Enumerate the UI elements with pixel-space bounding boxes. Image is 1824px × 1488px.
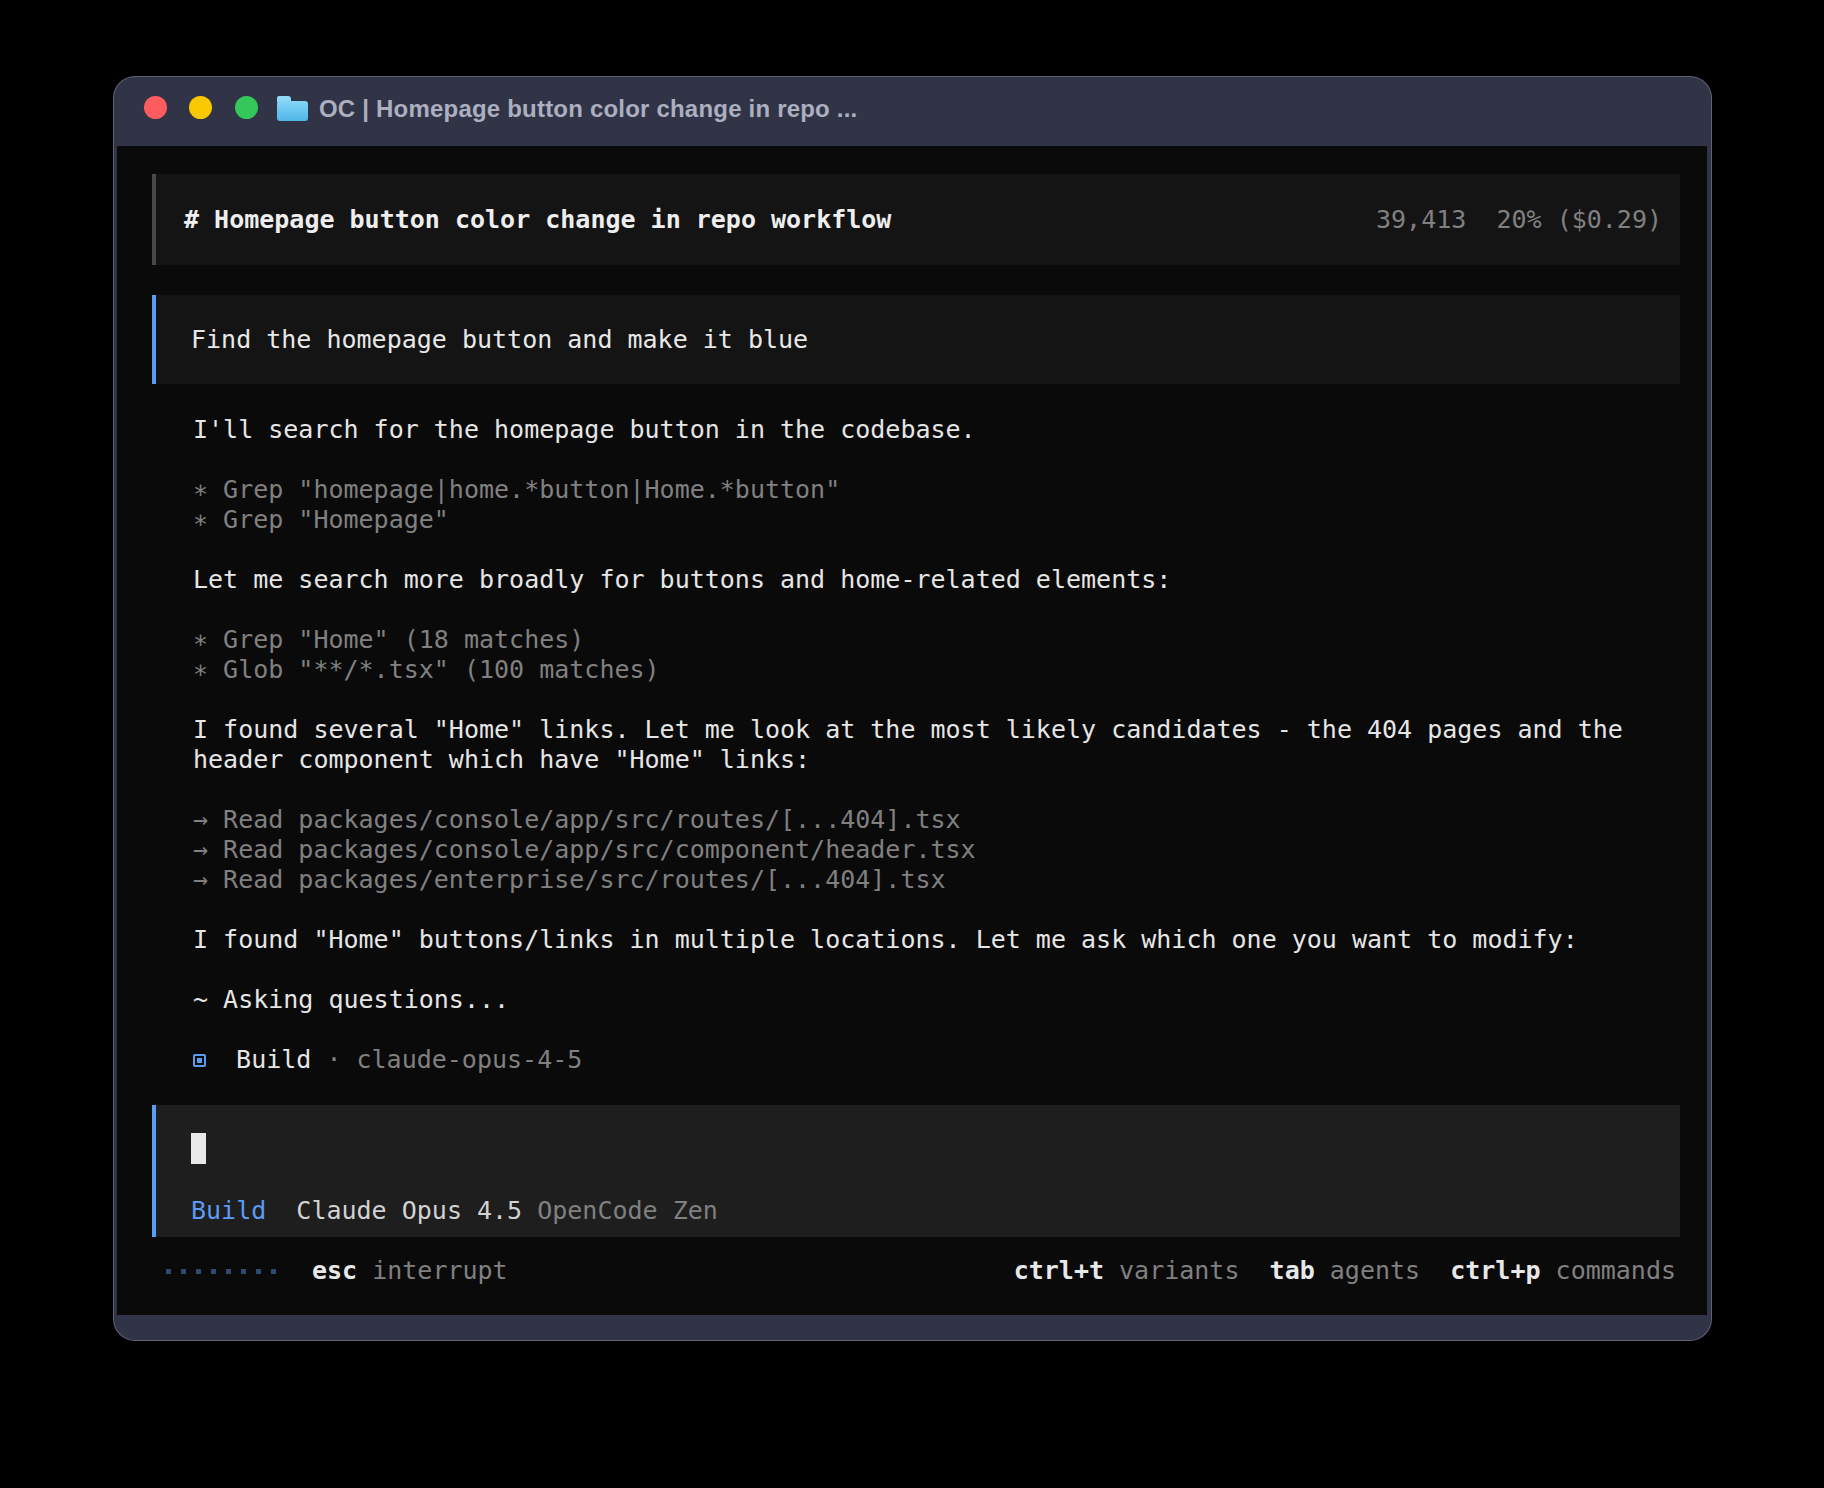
progress-dot <box>226 1269 231 1274</box>
maximize-button[interactable] <box>235 96 258 119</box>
transcript-line: ∗ Grep "Homepage" <box>193 505 1707 535</box>
terminal-content: # Homepage button color change in repo w… <box>117 146 1707 1315</box>
prompt-input[interactable]: Build Claude Opus 4.5 OpenCode Zen <box>152 1105 1680 1237</box>
esc-label: interrupt <box>357 1256 508 1285</box>
transcript-line: I found several "Home" links. Let me loo… <box>193 715 1707 745</box>
esc-shortcut: esc interrupt <box>312 1256 508 1286</box>
shortcut-key: ctrl+t <box>1014 1256 1104 1285</box>
transcript-line: ~ Asking questions... <box>193 985 1707 1015</box>
window-title: OC | Homepage button color change in rep… <box>319 77 857 146</box>
transcript-line: → Read packages/console/app/src/routes/[… <box>193 805 1707 835</box>
agent-name: Build <box>206 1045 311 1074</box>
progress-dot <box>256 1269 261 1274</box>
status-bar: esc interrupt ctrl+t variants tab agents… <box>166 1256 1676 1286</box>
progress-dot <box>271 1269 276 1274</box>
input-model-label: Claude Opus 4.5 <box>266 1196 522 1225</box>
transcript-line: ∗ Glob "**/*.tsx" (100 matches) <box>193 655 1707 685</box>
transcript: I'll search for the homepage button in t… <box>193 415 1707 1045</box>
session-title: # Homepage button color change in repo w… <box>184 205 891 234</box>
esc-key: esc <box>312 1256 357 1285</box>
transcript-line: → Read packages/enterprise/src/routes/[.… <box>193 865 1707 895</box>
session-header: # Homepage button color change in repo w… <box>152 174 1680 265</box>
window-titlebar[interactable]: OC | Homepage button color change in rep… <box>114 77 1711 146</box>
shortcut-label: agents <box>1315 1256 1450 1285</box>
transcript-blank-line <box>193 595 1707 625</box>
shortcut-label: commands <box>1541 1256 1676 1285</box>
transcript-line: header component which have "Home" links… <box>193 745 1707 775</box>
transcript-line: I found "Home" buttons/links in multiple… <box>193 925 1707 955</box>
transcript-blank-line <box>193 895 1707 925</box>
transcript-line: Let me search more broadly for buttons a… <box>193 565 1707 595</box>
progress-dot <box>181 1269 186 1274</box>
progress-dot <box>241 1269 246 1274</box>
terminal-window: OC | Homepage button color change in rep… <box>113 76 1712 1341</box>
progress-dots <box>166 1269 276 1274</box>
folder-icon <box>277 96 308 121</box>
transcript-line: ∗ Grep "homepage|home.*button|Home.*butt… <box>193 475 1707 505</box>
shortcut-label: variants <box>1104 1256 1270 1285</box>
transcript-line: → Read packages/console/app/src/componen… <box>193 835 1707 865</box>
input-modeline: Build Claude Opus 4.5 OpenCode Zen <box>191 1196 718 1226</box>
progress-dot <box>211 1269 216 1274</box>
progress-dot <box>196 1269 201 1274</box>
keyboard-shortcuts: ctrl+t variants tab agents ctrl+p comman… <box>1014 1256 1676 1286</box>
transcript-blank-line <box>193 775 1707 805</box>
transcript-blank-line <box>193 955 1707 985</box>
session-stats: 39,413 20% ($0.29) <box>1376 205 1662 234</box>
user-message: Find the homepage button and make it blu… <box>152 295 1680 384</box>
close-button[interactable] <box>144 96 167 119</box>
shortcut-key: tab <box>1270 1256 1315 1285</box>
transcript-blank-line <box>193 685 1707 715</box>
agent-model: · claude-opus-4-5 <box>311 1045 582 1074</box>
transcript-line: ∗ Grep "Home" (18 matches) <box>193 625 1707 655</box>
user-message-text: Find the homepage button and make it blu… <box>191 325 808 354</box>
transcript-line: I'll search for the homepage button in t… <box>193 415 1707 445</box>
text-cursor <box>191 1133 206 1164</box>
input-provider-label: OpenCode Zen <box>522 1196 718 1225</box>
transcript-blank-line <box>193 535 1707 565</box>
input-agent-label[interactable]: Build <box>191 1196 266 1225</box>
progress-dot <box>166 1269 171 1274</box>
minimize-button[interactable] <box>189 96 212 119</box>
transcript-blank-line <box>193 445 1707 475</box>
agent-status-line: Build · claude-opus-4-5 <box>193 1045 1707 1075</box>
shortcut-key: ctrl+p <box>1450 1256 1540 1285</box>
transcript-blank-line <box>193 1015 1707 1045</box>
build-agent-icon <box>193 1054 206 1067</box>
